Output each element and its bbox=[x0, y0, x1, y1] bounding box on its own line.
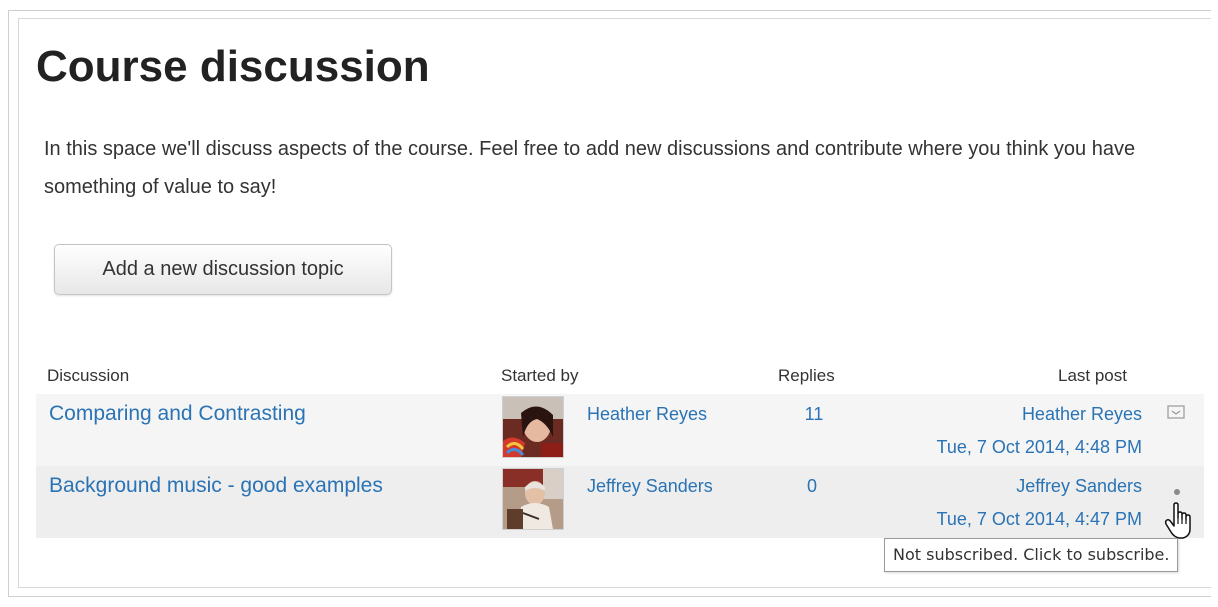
discussion-link[interactable]: Background music - good examples bbox=[49, 472, 383, 500]
table-row: Comparing and Contrasting Heather Reyes … bbox=[36, 394, 1204, 466]
last-post-author[interactable]: Jeffrey Sanders bbox=[1016, 474, 1142, 498]
avatar-photo-icon bbox=[503, 397, 563, 457]
header-discussion: Discussion bbox=[47, 366, 130, 385]
last-post-date[interactable]: Tue, 7 Oct 2014, 4:47 PM bbox=[937, 507, 1142, 531]
avatar[interactable] bbox=[502, 468, 564, 530]
started-by-link[interactable]: Jeffrey Sanders bbox=[587, 474, 713, 498]
started-by-link[interactable]: Heather Reyes bbox=[587, 402, 707, 426]
page-title: Course discussion bbox=[36, 42, 430, 91]
header-replies: Replies bbox=[778, 366, 835, 385]
subscribe-tooltip: Not subscribed. Click to subscribe. bbox=[884, 538, 1179, 572]
table-row: Background music - good examples Jeffrey… bbox=[36, 466, 1204, 540]
hand-cursor-icon bbox=[1164, 502, 1198, 540]
last-post-author[interactable]: Heather Reyes bbox=[1022, 402, 1142, 426]
add-discussion-button[interactable]: Add a new discussion topic bbox=[54, 244, 392, 295]
avatar[interactable] bbox=[502, 396, 564, 458]
replies-count[interactable]: 11 bbox=[794, 402, 834, 426]
subscribe-dot-icon[interactable] bbox=[1173, 483, 1181, 495]
last-post-date[interactable]: Tue, 7 Oct 2014, 4:48 PM bbox=[937, 435, 1142, 459]
header-last-post: Last post bbox=[1058, 366, 1127, 385]
replies-count[interactable]: 0 bbox=[792, 474, 832, 498]
discussion-link[interactable]: Comparing and Contrasting bbox=[49, 400, 306, 428]
forum-intro: In this space we'll discuss aspects of t… bbox=[44, 138, 1136, 198]
avatar-photo-icon bbox=[503, 469, 563, 529]
header-started-by: Started by bbox=[501, 366, 579, 385]
envelope-icon[interactable] bbox=[1167, 404, 1185, 420]
